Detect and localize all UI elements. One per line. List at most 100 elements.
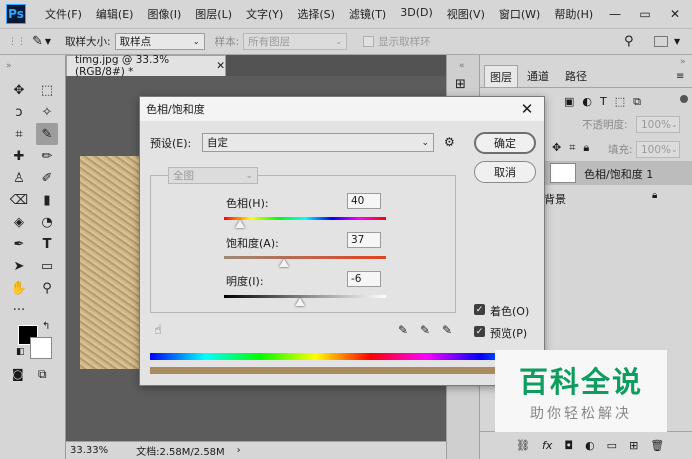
path-select-tool-icon[interactable]: ➤ [8,255,30,277]
filter-smart-icon[interactable]: ⧉ [633,95,641,109]
delete-layer-icon[interactable]: 🗑︎ [650,439,664,452]
chevron-down-icon[interactable]: ▼ [45,37,51,46]
lock-position-icon[interactable]: ✥ [552,141,561,155]
quick-mask-icon[interactable]: ◙ [12,367,24,381]
eyedropper-minus-icon[interactable]: ✎ [442,323,452,337]
fill-input[interactable]: 100% ⌄ [636,141,680,158]
menu-edit[interactable]: 编辑(E) [89,6,141,22]
eyedropper-plus-icon[interactable]: ✎ [420,323,430,337]
hue-input[interactable]: 40 [347,193,381,209]
eyedropper-tool-icon[interactable]: ✎ [36,123,58,145]
healing-tool-icon[interactable]: ✚ [8,145,30,167]
filter-shape-icon[interactable]: ⬚ [615,95,625,109]
tab-layers[interactable]: 图层 [484,65,518,87]
layer-style-icon[interactable]: fx [542,439,552,452]
menu-3d[interactable]: 3D(D) [393,6,440,22]
workspace-icon[interactable] [654,36,668,47]
rectangle-tool-icon[interactable]: ▭ [36,255,58,277]
magic-wand-tool-icon[interactable]: ✧ [36,101,58,123]
search-icon[interactable]: ⚲ [624,34,634,49]
tab-channels[interactable]: 通道 [520,65,556,87]
hue-slider-track[interactable] [224,217,386,220]
lightness-slider-thumb[interactable] [295,298,305,306]
sample-size-select[interactable]: 取样点 ⌄ [114,33,205,50]
preset-select[interactable]: 自定 ⌄ [202,133,434,152]
lasso-tool-icon[interactable]: ↄ [8,101,30,123]
lightness-slider-track[interactable] [224,295,386,298]
cancel-button[interactable]: 取消 [474,161,536,183]
brush-tool-icon[interactable]: ✏ [36,145,58,167]
panel-menu-icon[interactable]: ≡ [676,71,684,82]
minimize-icon[interactable]: — [600,0,630,28]
link-layers-icon[interactable]: ⛓ [516,439,530,452]
menu-select[interactable]: 选择(S) [290,6,342,22]
zoom-tool-icon[interactable]: ⚲ [36,277,58,299]
lightness-input[interactable]: -6 [347,271,381,287]
opacity-input[interactable]: 100% ⌄ [636,116,680,133]
tab-paths[interactable]: 路径 [558,65,594,87]
hue-slider-thumb[interactable] [235,220,245,228]
marquee-tool-icon[interactable]: ⬚ [36,79,58,101]
menu-view[interactable]: 视图(V) [440,6,492,22]
history-brush-tool-icon[interactable]: ✐ [36,167,58,189]
pen-tool-icon[interactable]: ✒ [8,233,30,255]
background-color-swatch[interactable] [30,337,52,359]
collapse-icon[interactable]: » [680,57,686,67]
saturation-slider-thumb[interactable] [279,259,289,267]
filter-adjust-icon[interactable]: ◐ [582,95,592,109]
eyedropper-tool-icon[interactable]: ✎ [32,34,43,49]
menu-layer[interactable]: 图层(L) [188,6,239,22]
stamp-tool-icon[interactable]: ♙ [8,167,30,189]
histogram-icon[interactable]: ⊞ [455,77,466,92]
menu-file[interactable]: 文件(F) [38,6,89,22]
new-group-icon[interactable]: ▭ [607,439,617,452]
collapse-icon[interactable]: « [459,61,465,71]
filter-type-icon[interactable]: T [600,95,607,109]
collapse-icon[interactable]: » [6,61,12,71]
screen-mode-icon[interactable]: ⧉ [38,367,47,382]
swap-colors-icon[interactable]: ↰ [42,321,50,332]
more-tools-icon[interactable]: ··· [8,299,30,321]
dodge-tool-icon[interactable]: ◔ [36,211,58,233]
eraser-tool-icon[interactable]: ⌫ [8,189,30,211]
lock-all-icon[interactable]: 🔒︎ [583,141,589,155]
menu-type[interactable]: 文字(Y) [239,6,290,22]
ok-button[interactable]: 确定 [474,132,536,154]
saturation-input[interactable]: 37 [347,232,381,248]
chevron-right-icon[interactable]: › [237,445,241,456]
filter-pixel-icon[interactable]: ▣ [564,95,574,109]
menu-window[interactable]: 窗口(W) [492,6,547,22]
type-tool-icon[interactable]: T [36,233,58,255]
menu-help[interactable]: 帮助(H) [547,6,600,22]
channel-select[interactable]: 全图 ⌄ [168,167,258,184]
filter-toggle[interactable] [680,95,688,103]
zoom-level[interactable]: 33.33% [70,445,108,456]
crop-tool-icon[interactable]: ⌗ [8,123,30,145]
menu-image[interactable]: 图像(I) [140,6,188,22]
lock-artboard-icon[interactable]: ⌗ [569,141,575,155]
close-window-icon[interactable]: ✕ [660,0,690,28]
close-tab-icon[interactable]: ✕ [216,60,225,72]
chevron-down-icon[interactable]: ▼ [674,37,680,46]
sample-select[interactable]: 所有图层 ⌄ [243,33,348,50]
default-colors-icon[interactable]: ◧ [16,347,25,357]
menu-filter[interactable]: 滤镜(T) [342,6,393,22]
add-mask-icon[interactable]: ◘ [564,439,573,452]
new-layer-icon[interactable]: ⊞ [629,439,638,452]
close-icon[interactable]: ✕ [518,100,536,118]
hand-tool-icon[interactable]: ✋ [8,277,30,299]
blur-tool-icon[interactable]: ◈ [8,211,30,233]
preview-checkbox[interactable]: ✓ [474,326,485,337]
gear-icon[interactable]: ⚙ [444,135,455,149]
gradient-tool-icon[interactable]: ▮ [36,189,58,211]
dialog-title-bar[interactable]: 色相/饱和度 [140,97,544,121]
maximize-icon[interactable]: ▭ [630,0,660,28]
saturation-slider-track[interactable] [224,256,386,259]
document-tab[interactable]: timg.jpg @ 33.3%(RGB/8#) * ✕ [66,54,226,78]
colorize-checkbox[interactable]: ✓ [474,304,485,315]
move-tool-icon[interactable]: ✥ [8,79,30,101]
adjustment-layer-icon[interactable]: ◐ [585,439,595,452]
eyedropper-icon[interactable]: ✎ [398,323,408,337]
show-ring-checkbox[interactable] [363,36,375,47]
targeted-adjust-hand-icon[interactable]: ☝ [154,323,162,338]
